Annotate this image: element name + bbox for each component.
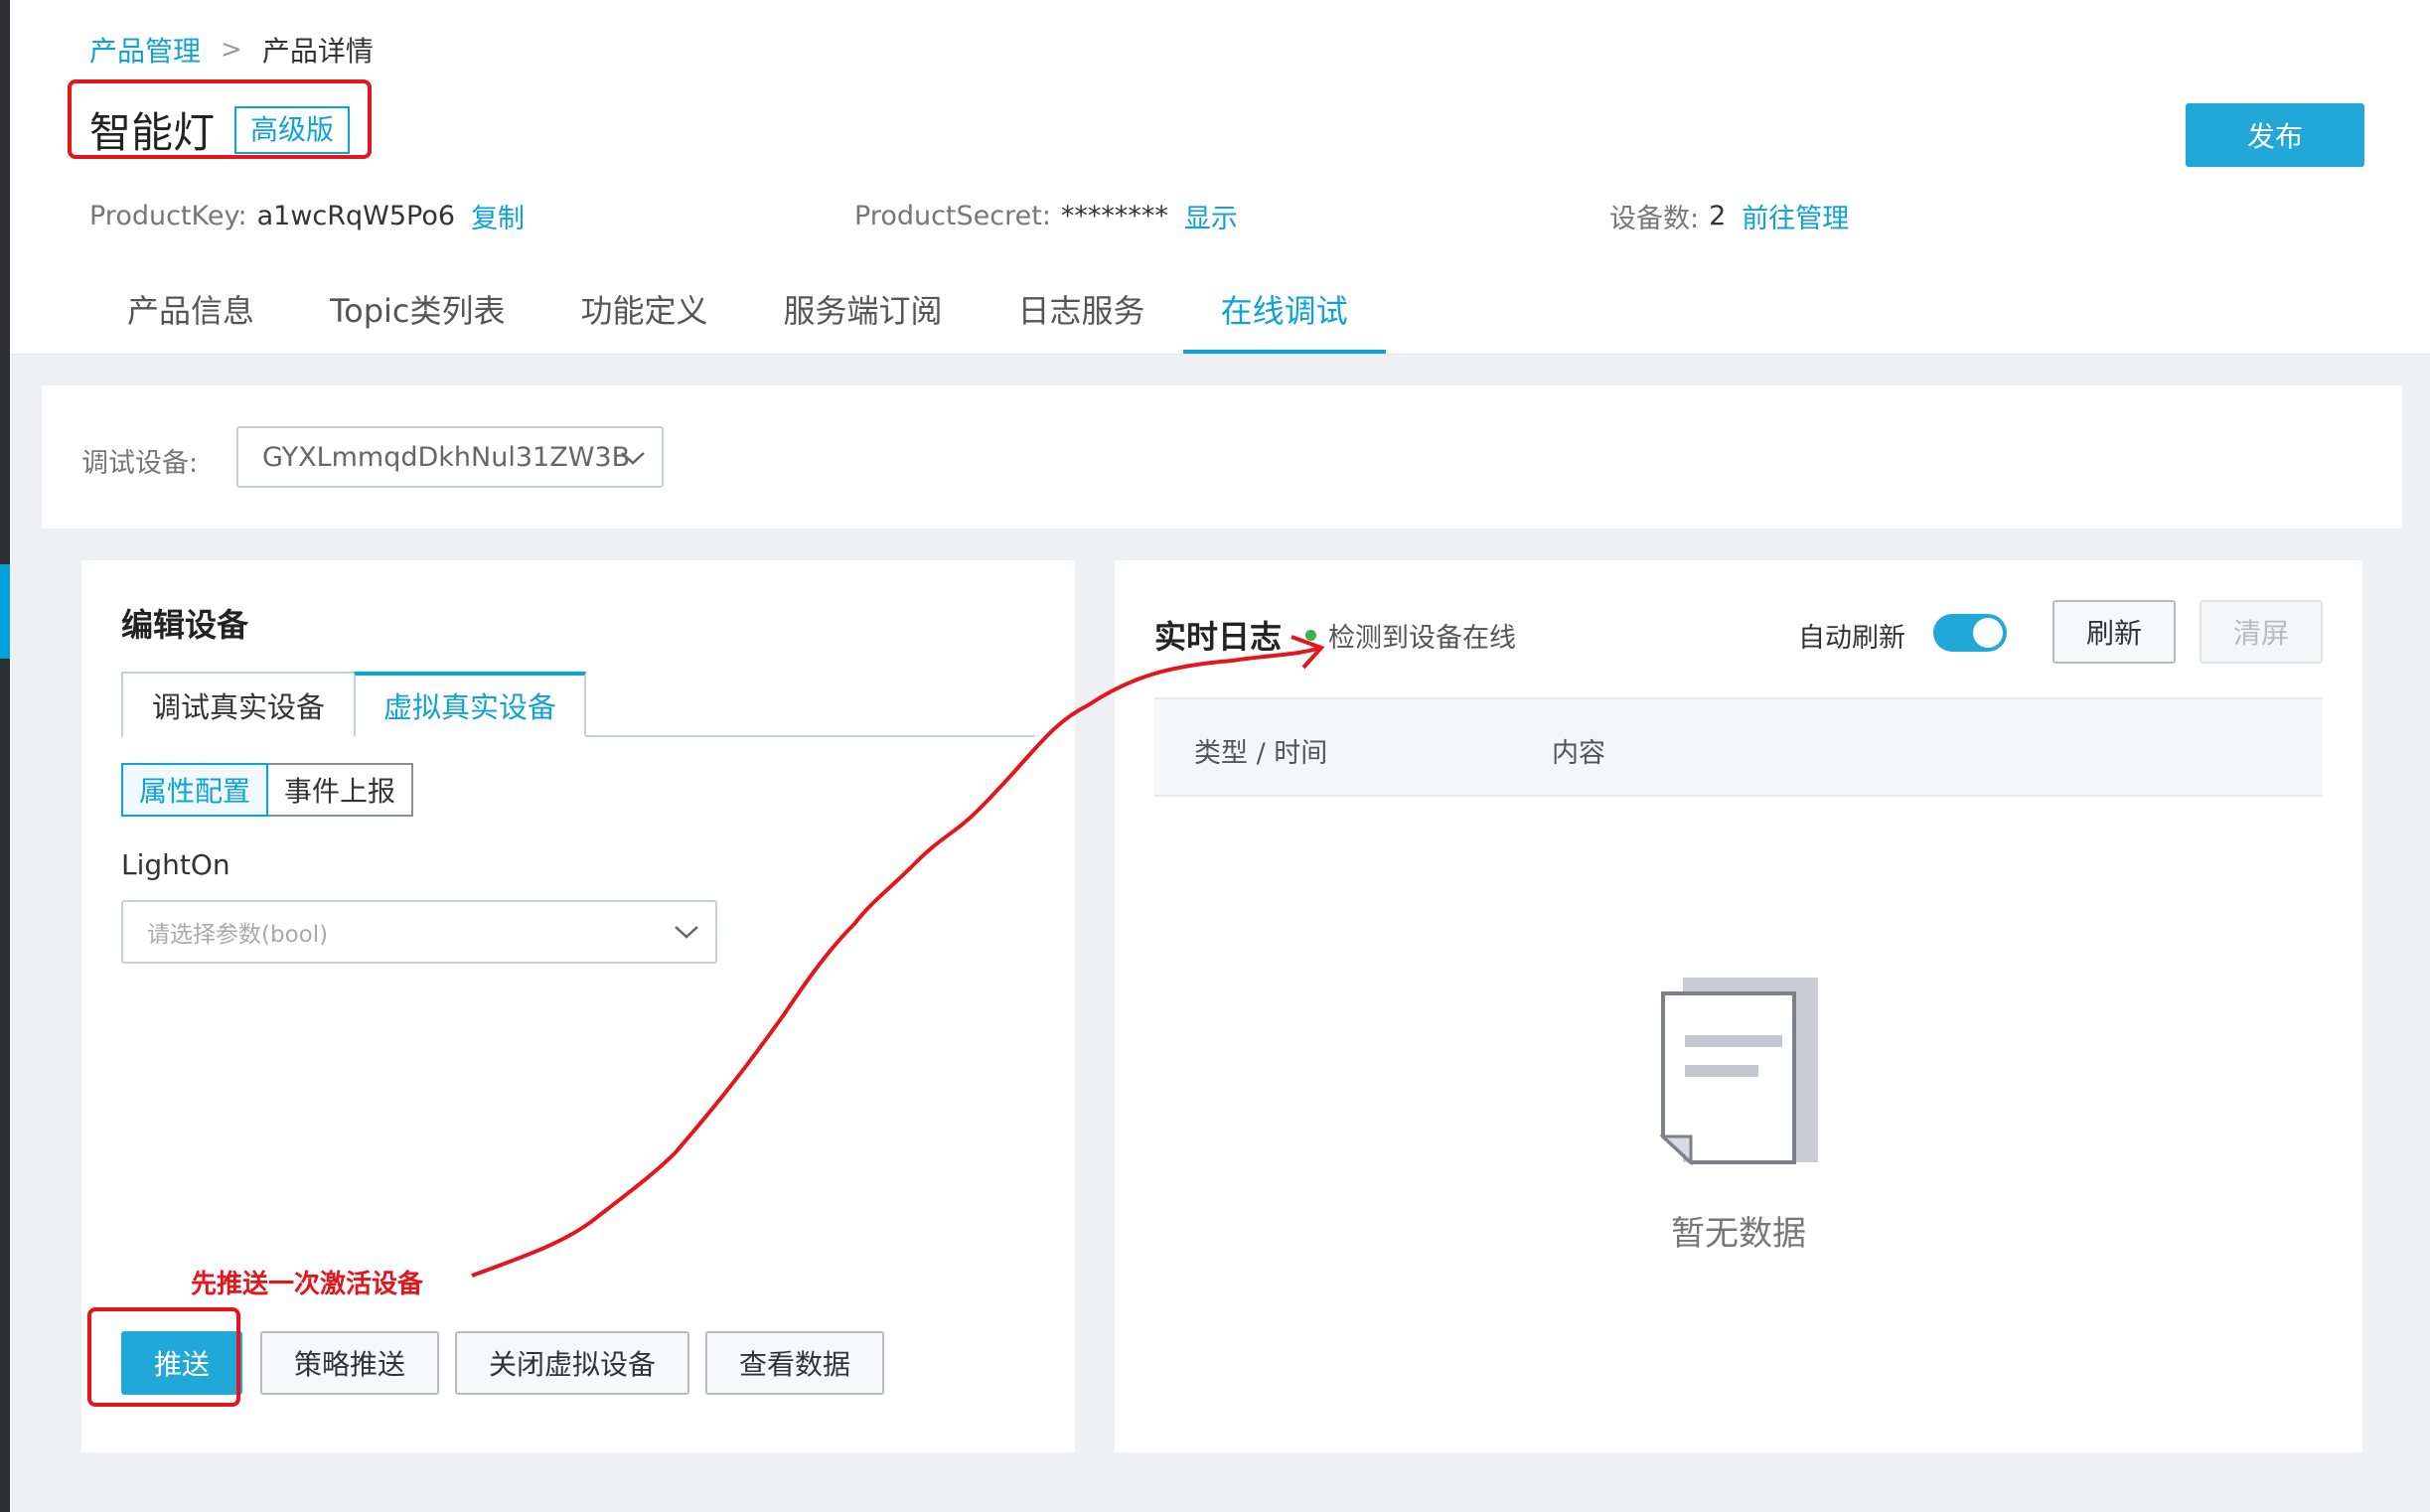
debug-device-panel: 调试设备: GYXLmmqdDkhNul31ZW3B bbox=[42, 385, 2402, 529]
empty-document-icon bbox=[1659, 978, 1818, 1166]
tab-log-service[interactable]: 日志服务 bbox=[981, 278, 1183, 346]
left-nav-strip bbox=[0, 0, 10, 1512]
tab-debug-real-device[interactable]: 调试真实设备 bbox=[121, 672, 356, 737]
clear-button[interactable]: 清屏 bbox=[2200, 600, 2323, 664]
chevron-down-icon bbox=[621, 452, 645, 465]
device-count-item: 设备数: 2 前往管理 bbox=[1609, 197, 1849, 235]
auto-refresh-label: 自动刷新 bbox=[1798, 623, 1905, 654]
push-highlight-box bbox=[87, 1307, 240, 1407]
auto-refresh-toggle[interactable] bbox=[1933, 614, 2007, 652]
online-dot-icon bbox=[1305, 630, 1316, 641]
debug-device-value: GYXLmmqdDkhNul31ZW3B bbox=[262, 441, 631, 473]
edit-device-title: 编辑设备 bbox=[121, 606, 249, 644]
annotation-text: 先推送一次激活设备 bbox=[191, 1270, 424, 1299]
device-count-value: 2 bbox=[1709, 201, 1727, 231]
copy-link[interactable]: 复制 bbox=[471, 197, 525, 235]
breadcrumb: 产品管理 > 产品详情 bbox=[89, 30, 374, 70]
device-count-label: 设备数: bbox=[1609, 204, 1700, 234]
product-header: 产品管理 > 产品详情 智能灯 高级版 发布 ProductKey: a1wcR… bbox=[10, 0, 2430, 355]
product-key-item: ProductKey: a1wcRqW5Po6 复制 bbox=[89, 197, 525, 235]
tab-product-info[interactable]: 产品信息 bbox=[89, 278, 292, 346]
chevron-down-icon bbox=[675, 926, 698, 939]
column-content: 内容 bbox=[1552, 738, 1605, 769]
tab-server-subscription[interactable]: 服务端订阅 bbox=[746, 278, 981, 346]
online-status-text: 检测到设备在线 bbox=[1328, 623, 1516, 654]
tab-online-debug[interactable]: 在线调试 bbox=[1182, 278, 1386, 354]
product-key-value: a1wcRqW5Po6 bbox=[256, 201, 456, 231]
lighton-placeholder: 请选择参数(bool) bbox=[147, 922, 329, 948]
realtime-log-panel: 实时日志 检测到设备在线 自动刷新 刷新 清屏 类型 / 时间 内容 暂无数据 bbox=[1115, 560, 2362, 1452]
config-segmented-control: 属性配置 事件上报 bbox=[121, 763, 414, 817]
show-secret-link[interactable]: 显示 bbox=[1184, 197, 1238, 235]
product-tabs: 产品信息 Topic类列表 功能定义 服务端订阅 日志服务 在线调试 bbox=[89, 278, 1386, 354]
manage-devices-link[interactable]: 前往管理 bbox=[1742, 197, 1849, 235]
title-highlight-box bbox=[68, 79, 372, 159]
segment-event-report[interactable]: 事件上报 bbox=[268, 763, 414, 817]
publish-button[interactable]: 发布 bbox=[2186, 103, 2364, 167]
tab-virtual-device[interactable]: 虚拟真实设备 bbox=[354, 672, 586, 737]
lighton-label: LightOn bbox=[121, 848, 230, 881]
strategy-push-button[interactable]: 策略推送 bbox=[260, 1331, 439, 1395]
toggle-knob bbox=[1973, 618, 2003, 648]
refresh-button[interactable]: 刷新 bbox=[2052, 600, 2176, 664]
segment-property-config[interactable]: 属性配置 bbox=[121, 763, 269, 817]
product-secret-item: ProductSecret: ******** 显示 bbox=[854, 197, 1238, 235]
breadcrumb-product-management[interactable]: 产品管理 bbox=[89, 30, 201, 70]
product-meta: ProductKey: a1wcRqW5Po6 复制 ProductSecret… bbox=[89, 197, 2374, 246]
product-key-label: ProductKey: bbox=[89, 201, 247, 231]
breadcrumb-current: 产品详情 bbox=[261, 35, 374, 68]
log-table-header: 类型 / 时间 内容 bbox=[1154, 697, 2323, 797]
realtime-log-title: 实时日志 bbox=[1154, 618, 1283, 656]
online-status: 检测到设备在线 bbox=[1305, 616, 1516, 655]
lighton-select[interactable]: 请选择参数(bool) bbox=[121, 900, 717, 964]
product-secret-value: ******** bbox=[1060, 201, 1168, 231]
tab-topic-list[interactable]: Topic类列表 bbox=[292, 278, 543, 346]
breadcrumb-separator: > bbox=[221, 35, 242, 65]
device-mode-tabs: 调试真实设备 虚拟真实设备 bbox=[121, 672, 1035, 737]
column-type-time: 类型 / 时间 bbox=[1194, 738, 1328, 769]
debug-device-select[interactable]: GYXLmmqdDkhNul31ZW3B bbox=[236, 426, 664, 488]
close-virtual-device-button[interactable]: 关闭虚拟设备 bbox=[455, 1331, 689, 1395]
tab-feature-definition[interactable]: 功能定义 bbox=[543, 278, 746, 346]
debug-device-label: 调试设备: bbox=[81, 448, 199, 479]
empty-state-text: 暂无数据 bbox=[1671, 1214, 1806, 1254]
product-secret-label: ProductSecret: bbox=[854, 201, 1051, 231]
view-data-button[interactable]: 查看数据 bbox=[705, 1331, 884, 1395]
left-nav-active-marker bbox=[0, 564, 10, 659]
